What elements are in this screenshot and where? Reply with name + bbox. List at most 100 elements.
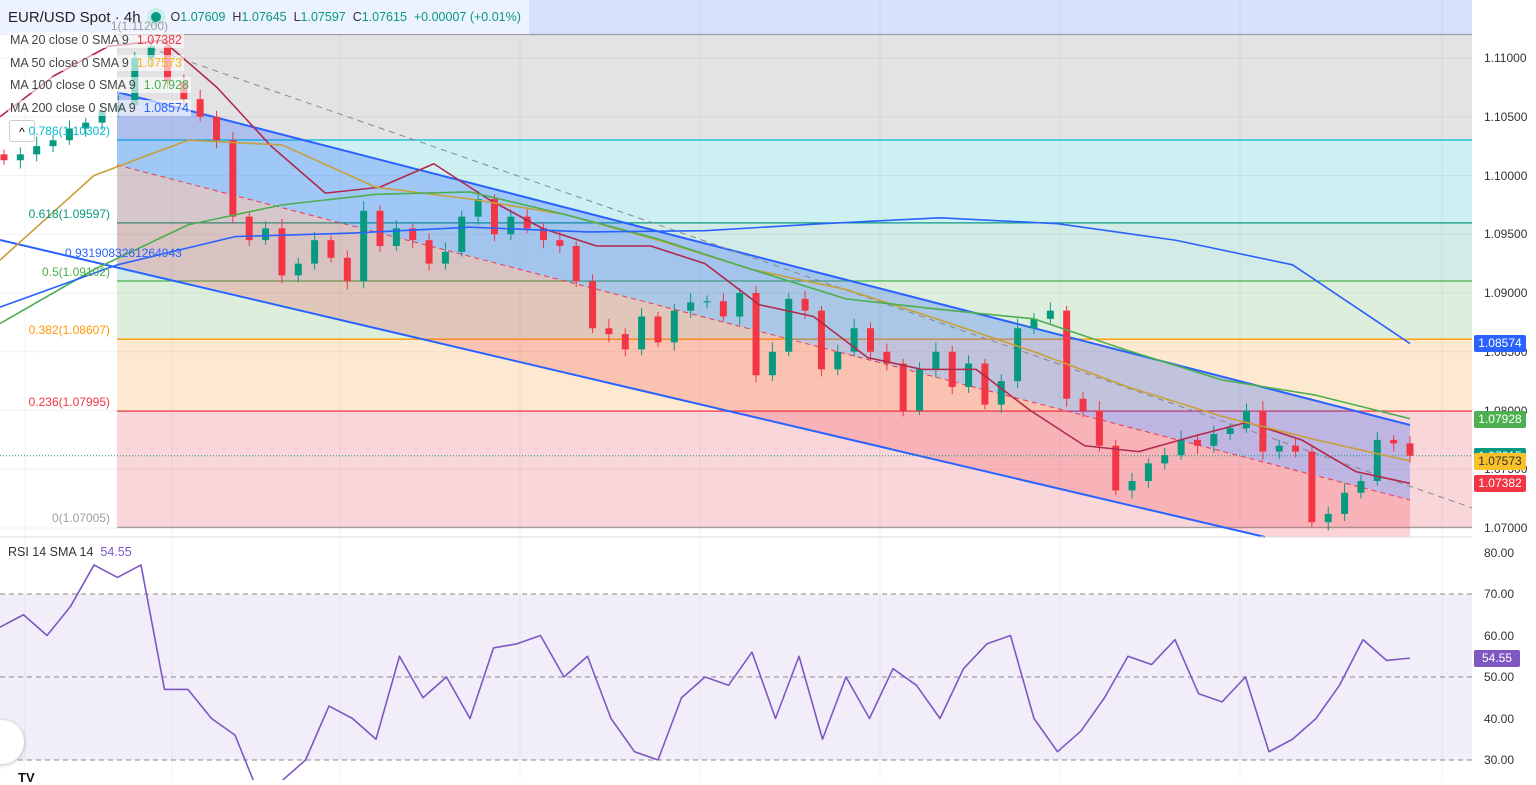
candle <box>1046 310 1054 319</box>
candle <box>327 240 335 258</box>
ma-legend-item[interactable]: MA 100 close 0 SMA 9 1.07928 <box>8 77 191 93</box>
fib-zone <box>117 34 1472 141</box>
candle <box>1177 439 1185 456</box>
candle <box>834 351 842 370</box>
candle <box>1144 463 1152 481</box>
candle <box>441 251 449 264</box>
ma-label: MA 200 close 0 SMA 9 <box>10 100 136 115</box>
candle <box>343 257 351 282</box>
candle <box>49 140 57 147</box>
candle <box>474 199 482 217</box>
ma-legend-item[interactable]: MA 20 close 0 SMA 9 1.07382 <box>8 32 184 48</box>
candle <box>196 99 204 117</box>
ma-value: 1.07573 <box>136 55 182 70</box>
candle <box>801 298 809 311</box>
price-tag: 1.07382 <box>1474 475 1526 493</box>
candle <box>1292 445 1300 452</box>
candle <box>768 351 776 376</box>
candle <box>1324 513 1332 523</box>
price-axis-label: 1.09000 <box>1484 286 1528 300</box>
channel-label: 0.9319083261264943 <box>65 246 182 260</box>
candle <box>1357 481 1365 493</box>
ma-label: MA 100 close 0 SMA 9 <box>10 78 136 92</box>
candle <box>1243 410 1251 429</box>
candle <box>965 363 973 387</box>
rsi-legend: RSI 14 SMA 14 54.55 <box>8 545 132 559</box>
fib-label: 0.5(1.09102) <box>41 265 110 279</box>
ma-value: 1.07382 <box>136 33 182 47</box>
candle <box>752 293 760 376</box>
fib-label: 1(1.11200) <box>110 18 168 33</box>
tradingview-logo-icon: TV <box>18 770 35 785</box>
candle <box>1406 443 1414 456</box>
candle <box>589 281 597 329</box>
candle <box>1128 481 1136 491</box>
candle <box>311 240 319 264</box>
price-axis-label: 1.07000 <box>1484 521 1528 535</box>
candle <box>1275 445 1283 452</box>
fib-label: 0.786(1.10302) <box>28 124 110 138</box>
price-axis-label: 1.11000 <box>1484 51 1527 65</box>
candle <box>997 381 1005 405</box>
candle <box>1226 428 1234 434</box>
candle <box>817 310 825 370</box>
price-axis-label: 1.10000 <box>1484 168 1528 183</box>
candle <box>1161 455 1169 464</box>
candle <box>621 334 629 350</box>
candle <box>703 301 711 303</box>
fib-label: 0.382(1.08607) <box>28 323 110 338</box>
rsi-tag: 54.55 <box>1474 650 1520 668</box>
candle <box>785 298 793 352</box>
candle <box>556 240 564 246</box>
candle <box>981 363 989 405</box>
rsi-axis-label: 30.00 <box>1484 753 1515 767</box>
candle <box>0 154 8 161</box>
candle <box>866 328 874 352</box>
ma-legend-item[interactable]: MA 200 close 0 SMA 9 1.08574 <box>8 99 191 116</box>
ma-legend-item[interactable]: MA 50 close 0 SMA 9 1.07573 <box>8 54 184 71</box>
candle <box>719 301 727 317</box>
candle <box>899 363 907 411</box>
candle <box>458 216 466 252</box>
candle <box>33 146 41 155</box>
price-chart[interactable] <box>0 0 1536 780</box>
candle <box>1079 398 1087 411</box>
candle <box>229 140 237 217</box>
rsi-axis-label: 80.00 <box>1484 545 1515 560</box>
candle <box>1259 410 1267 452</box>
fib-label: 0.618(1.09597) <box>28 206 110 221</box>
candle <box>360 210 368 282</box>
price-tag: 1.08574 <box>1474 335 1526 353</box>
candle <box>1210 434 1218 446</box>
rsi-axis-label: 50.00 <box>1484 670 1515 684</box>
candle <box>262 228 270 241</box>
candle <box>687 302 695 311</box>
ma-value: 1.07928 <box>143 78 189 92</box>
rsi-axis-label: 40.00 <box>1484 711 1515 726</box>
rsi-axis-label: 70.00 <box>1484 587 1515 601</box>
candle <box>1063 310 1071 399</box>
price-tag: 1.07928 <box>1474 410 1526 428</box>
candle <box>1308 451 1316 523</box>
candle <box>376 210 384 246</box>
fib-label: 0(1.07005) <box>51 511 110 526</box>
candle <box>1193 439 1201 446</box>
candle <box>736 293 744 317</box>
rsi-axis-label: 60.00 <box>1484 628 1515 643</box>
candle <box>638 316 646 350</box>
candle <box>1341 492 1349 514</box>
candle <box>1112 445 1120 491</box>
candle <box>1014 328 1022 382</box>
candle <box>1373 439 1381 481</box>
candle <box>213 116 221 141</box>
candle <box>916 369 924 411</box>
price-axis-label: 1.09500 <box>1484 227 1528 242</box>
candle <box>932 351 940 370</box>
price-tag: 1.07573 <box>1474 452 1526 470</box>
ohlc-values: O1.07609 H1.07645 L1.07597 C1.07615 +0.0… <box>170 10 521 24</box>
candle <box>1095 410 1103 446</box>
price-axis-label: 1.10500 <box>1484 109 1528 124</box>
candle <box>425 240 433 264</box>
ma-label: MA 50 close 0 SMA 9 <box>10 55 129 70</box>
candle <box>1390 439 1398 444</box>
